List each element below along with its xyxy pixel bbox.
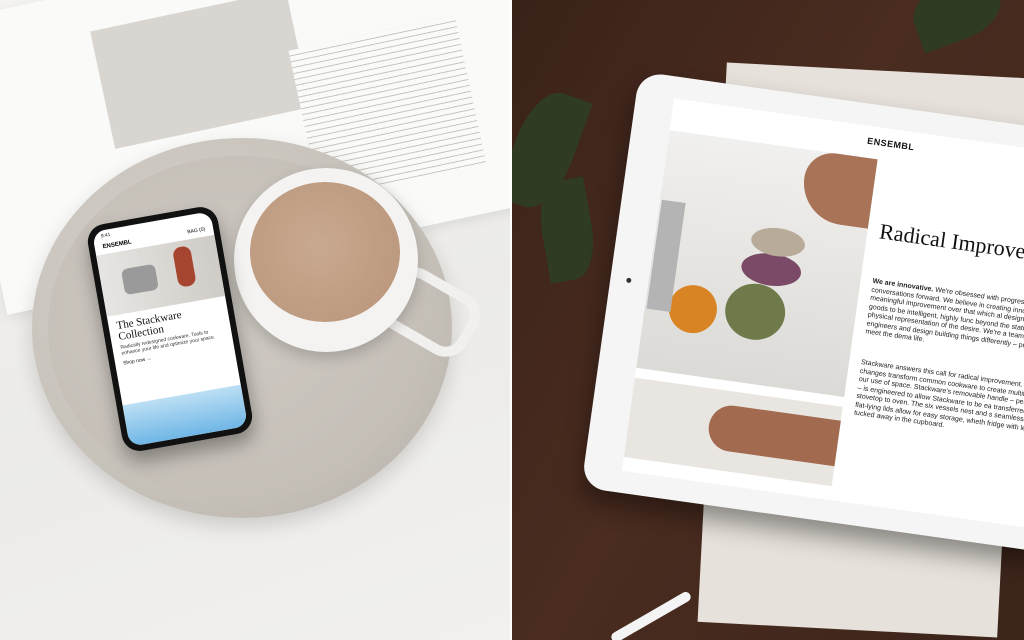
tablet-lead-text: We're obsessed with progress and convers… (864, 286, 1024, 354)
onion (665, 281, 721, 337)
artichoke (721, 279, 789, 344)
phone-brand-logo[interactable]: ENSEMBL (102, 239, 132, 250)
stylus-pencil (609, 590, 693, 640)
coffee (250, 182, 400, 322)
cookware-pot (120, 263, 159, 296)
tablet-body-paragraph: Stackware answers this call for radical … (853, 359, 1024, 436)
tablet-lead-paragraph: We are innovative. We're obsessed with p… (865, 278, 1024, 366)
arrow-right-icon: → (146, 355, 153, 363)
right-photo-scene: ENSEMBL Radical Improvement We are innov… (512, 0, 1024, 640)
tablet-food-photo (636, 130, 878, 397)
tablet-second-photo (623, 377, 843, 487)
tablet-title: Radical Improvement (877, 218, 1024, 270)
hand (705, 402, 841, 467)
tablet: ENSEMBL Radical Improvement We are innov… (581, 71, 1024, 553)
tablet-screen: ENSEMBL Radical Improvement We are innov… (621, 98, 1024, 533)
phone-bag-link[interactable]: BAG (0) (187, 226, 206, 235)
magazine-photo (90, 0, 311, 149)
plant-leaf (904, 0, 1010, 54)
tablet-camera (625, 277, 632, 284)
red-vase (172, 245, 197, 288)
hand (798, 149, 878, 229)
left-photo-scene: 9:41 ENSEMBL BAG (0) The Stackware Colle… (0, 0, 512, 640)
